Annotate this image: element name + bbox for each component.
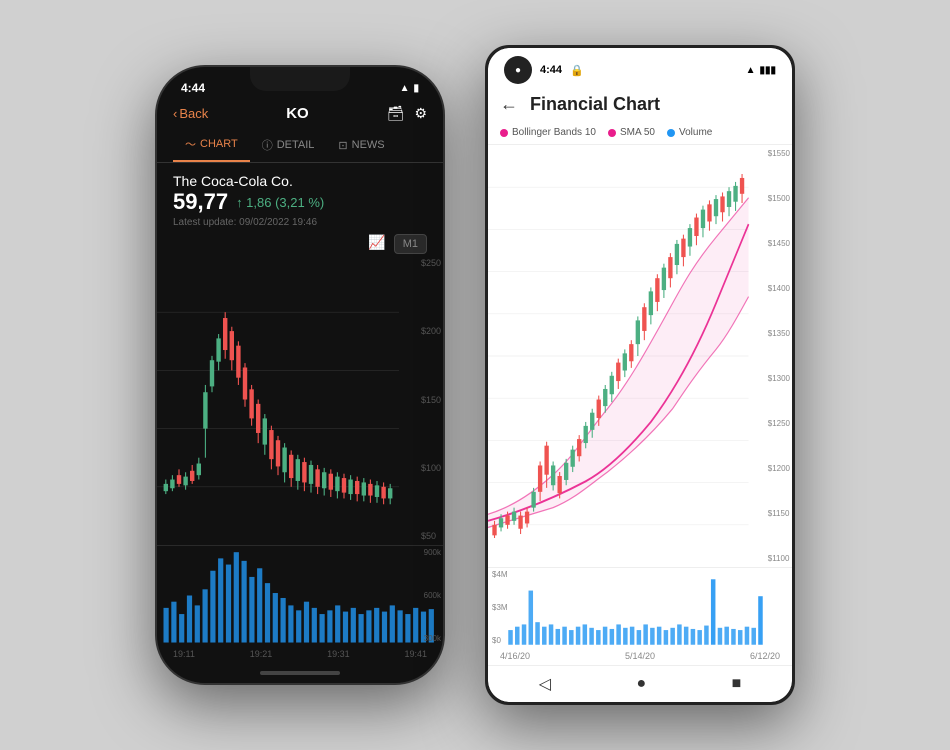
android-nav-header: ← Financial Chart xyxy=(488,88,792,121)
legend-volume: Volume xyxy=(667,127,712,138)
iphone-time-labels: 19:11 19:21 19:31 19:41 xyxy=(157,645,443,663)
atime-1: 5/14/20 xyxy=(625,651,655,661)
atime-2: 6/12/20 xyxy=(750,651,780,661)
android-back-button[interactable]: ← xyxy=(500,94,518,115)
android-time: 4:44 xyxy=(540,64,562,76)
bollinger-label: Bollinger Bands 10 xyxy=(512,127,596,138)
android-chart-legend: Bollinger Bands 10 SMA 50 Volume xyxy=(488,121,792,145)
price-label-50: $50 xyxy=(421,531,441,541)
legend-sma: SMA 50 xyxy=(608,127,655,138)
aprice-1250: $1250 xyxy=(768,419,790,428)
iphone-tabs: 〜 CHART ⓘ DETAIL ⊡ NEWS xyxy=(157,128,443,163)
android-device: ● 4:44 🔒 ▲ ▮▮▮ ← Financial Chart Bolling… xyxy=(485,45,795,705)
chart-tab-label: CHART xyxy=(200,138,238,150)
android-status-bar: ● 4:44 🔒 ▲ ▮▮▮ xyxy=(488,48,792,88)
android-status-icons: ▲ ▮▮▮ xyxy=(746,65,776,76)
price-label-100: $100 xyxy=(421,463,441,473)
iphone-time: 4:44 xyxy=(181,81,205,95)
chart-icon-btn[interactable]: 📈 xyxy=(368,234,385,254)
android-volume-svg xyxy=(488,568,792,647)
avol-4m: $4M xyxy=(492,570,508,579)
android-volume-chart: $4M $3M $0 xyxy=(488,567,792,647)
iphone-screen: 4:44 ▲ ▮ ‹ Back KO 🗃 ⚙ 〜 CHART xyxy=(157,67,443,683)
iphone-device: 4:44 ▲ ▮ ‹ Back KO 🗃 ⚙ 〜 CHART xyxy=(155,65,445,685)
nav-title: KO xyxy=(286,105,309,122)
volume-label: Volume xyxy=(679,127,712,138)
stock-change: ↑ 1,86 (3,21 %) xyxy=(236,195,324,210)
android-nav-bar: ◁ ● ■ xyxy=(488,665,792,702)
stock-name: The Coca-Cola Co. xyxy=(173,173,427,189)
time-label-0: 19:11 xyxy=(173,649,195,659)
aprice-1550: $1550 xyxy=(768,149,790,158)
briefcase-icon[interactable]: 🗃 xyxy=(387,105,405,122)
aprice-1500: $1500 xyxy=(768,194,790,203)
battery-icon: ▮ xyxy=(413,83,419,94)
stock-info: The Coca-Cola Co. 59,77 ↑ 1,86 (3,21 %) … xyxy=(157,163,443,234)
aprice-1450: $1450 xyxy=(768,239,790,248)
chevron-left-icon: ‹ xyxy=(173,106,177,121)
price-label-200: $200 xyxy=(421,326,441,336)
iphone-volume-chart: 900k 600k 300k xyxy=(157,545,443,645)
android-page-title: Financial Chart xyxy=(530,94,660,115)
wifi-icon: ▲ xyxy=(400,83,410,94)
home-bar xyxy=(260,671,340,675)
android-lock-icon: 🔒 xyxy=(570,64,584,77)
chart-header: 📈 M1 xyxy=(157,234,443,254)
aprice-1150: $1150 xyxy=(768,509,790,518)
android-nav-back[interactable]: ◁ xyxy=(539,674,551,694)
tab-news[interactable]: ⊡ NEWS xyxy=(326,128,396,162)
aprice-1300: $1300 xyxy=(768,374,790,383)
time-label-2: 19:31 xyxy=(327,649,350,659)
aprice-1400: $1400 xyxy=(768,284,790,293)
android-avatar: ● xyxy=(504,56,532,84)
aprice-1350: $1350 xyxy=(768,329,790,338)
volume-dot xyxy=(667,129,675,137)
android-nav-home[interactable]: ● xyxy=(636,675,646,693)
time-label-1: 19:21 xyxy=(250,649,273,659)
nav-icons: 🗃 ⚙ xyxy=(387,105,427,122)
android-time-labels: 4/16/20 5/14/20 6/12/20 xyxy=(488,647,792,665)
iphone-status-icons: ▲ ▮ xyxy=(400,83,419,94)
iphone-main-chart: $250 $200 $150 $100 $50 xyxy=(157,254,443,545)
stock-price-row: 59,77 ↑ 1,86 (3,21 %) xyxy=(173,189,427,215)
news-tab-label: NEWS xyxy=(352,139,385,151)
android-wifi-icon: ▲ xyxy=(746,65,756,76)
atime-0: 4/16/20 xyxy=(500,651,530,661)
android-main-chart: $1550 $1500 $1450 $1400 $1350 $1300 $125… xyxy=(488,145,792,567)
volume-chart-svg xyxy=(157,546,443,645)
legend-bollinger: Bollinger Bands 10 xyxy=(500,127,596,138)
vol-label-900k: 900k xyxy=(424,548,441,557)
vol-label-600k: 600k xyxy=(424,591,441,600)
bollinger-dot xyxy=(500,129,508,137)
news-tab-icon: ⊡ xyxy=(338,139,347,152)
tab-detail[interactable]: ⓘ DETAIL xyxy=(250,128,327,162)
android-screen: ● 4:44 🔒 ▲ ▮▮▮ ← Financial Chart Bolling… xyxy=(488,48,792,702)
price-label-150: $150 xyxy=(421,395,441,405)
iphone-home-indicator xyxy=(157,663,443,683)
chart-tab-icon: 〜 xyxy=(185,136,196,152)
vol-label-300k: 300k xyxy=(424,634,441,643)
stock-price: 59,77 xyxy=(173,189,228,215)
price-label-250: $250 xyxy=(421,258,441,268)
detail-tab-icon: ⓘ xyxy=(262,137,273,153)
time-label-3: 19:41 xyxy=(404,649,427,659)
stock-update: Latest update: 09/02/2022 19:46 xyxy=(173,217,427,228)
settings-icon[interactable]: ⚙ xyxy=(414,105,427,122)
aprice-1200: $1200 xyxy=(768,464,790,473)
m1-badge[interactable]: M1 xyxy=(394,234,427,254)
detail-tab-label: DETAIL xyxy=(277,139,315,151)
sma-dot xyxy=(608,129,616,137)
candlestick-chart-svg xyxy=(157,254,443,545)
avol-0: $0 xyxy=(492,636,508,645)
aprice-1100: $1100 xyxy=(768,554,790,563)
android-signal-icon: ▮▮▮ xyxy=(759,65,776,76)
android-nav-recents[interactable]: ■ xyxy=(732,675,742,693)
avol-3m: $3M xyxy=(492,603,508,612)
iphone-nav: ‹ Back KO 🗃 ⚙ xyxy=(157,99,443,128)
back-button[interactable]: ‹ Back xyxy=(173,106,208,121)
sma-label: SMA 50 xyxy=(620,127,655,138)
iphone-notch xyxy=(250,67,350,91)
tab-chart[interactable]: 〜 CHART xyxy=(173,128,250,162)
android-candlestick-svg xyxy=(488,145,792,567)
